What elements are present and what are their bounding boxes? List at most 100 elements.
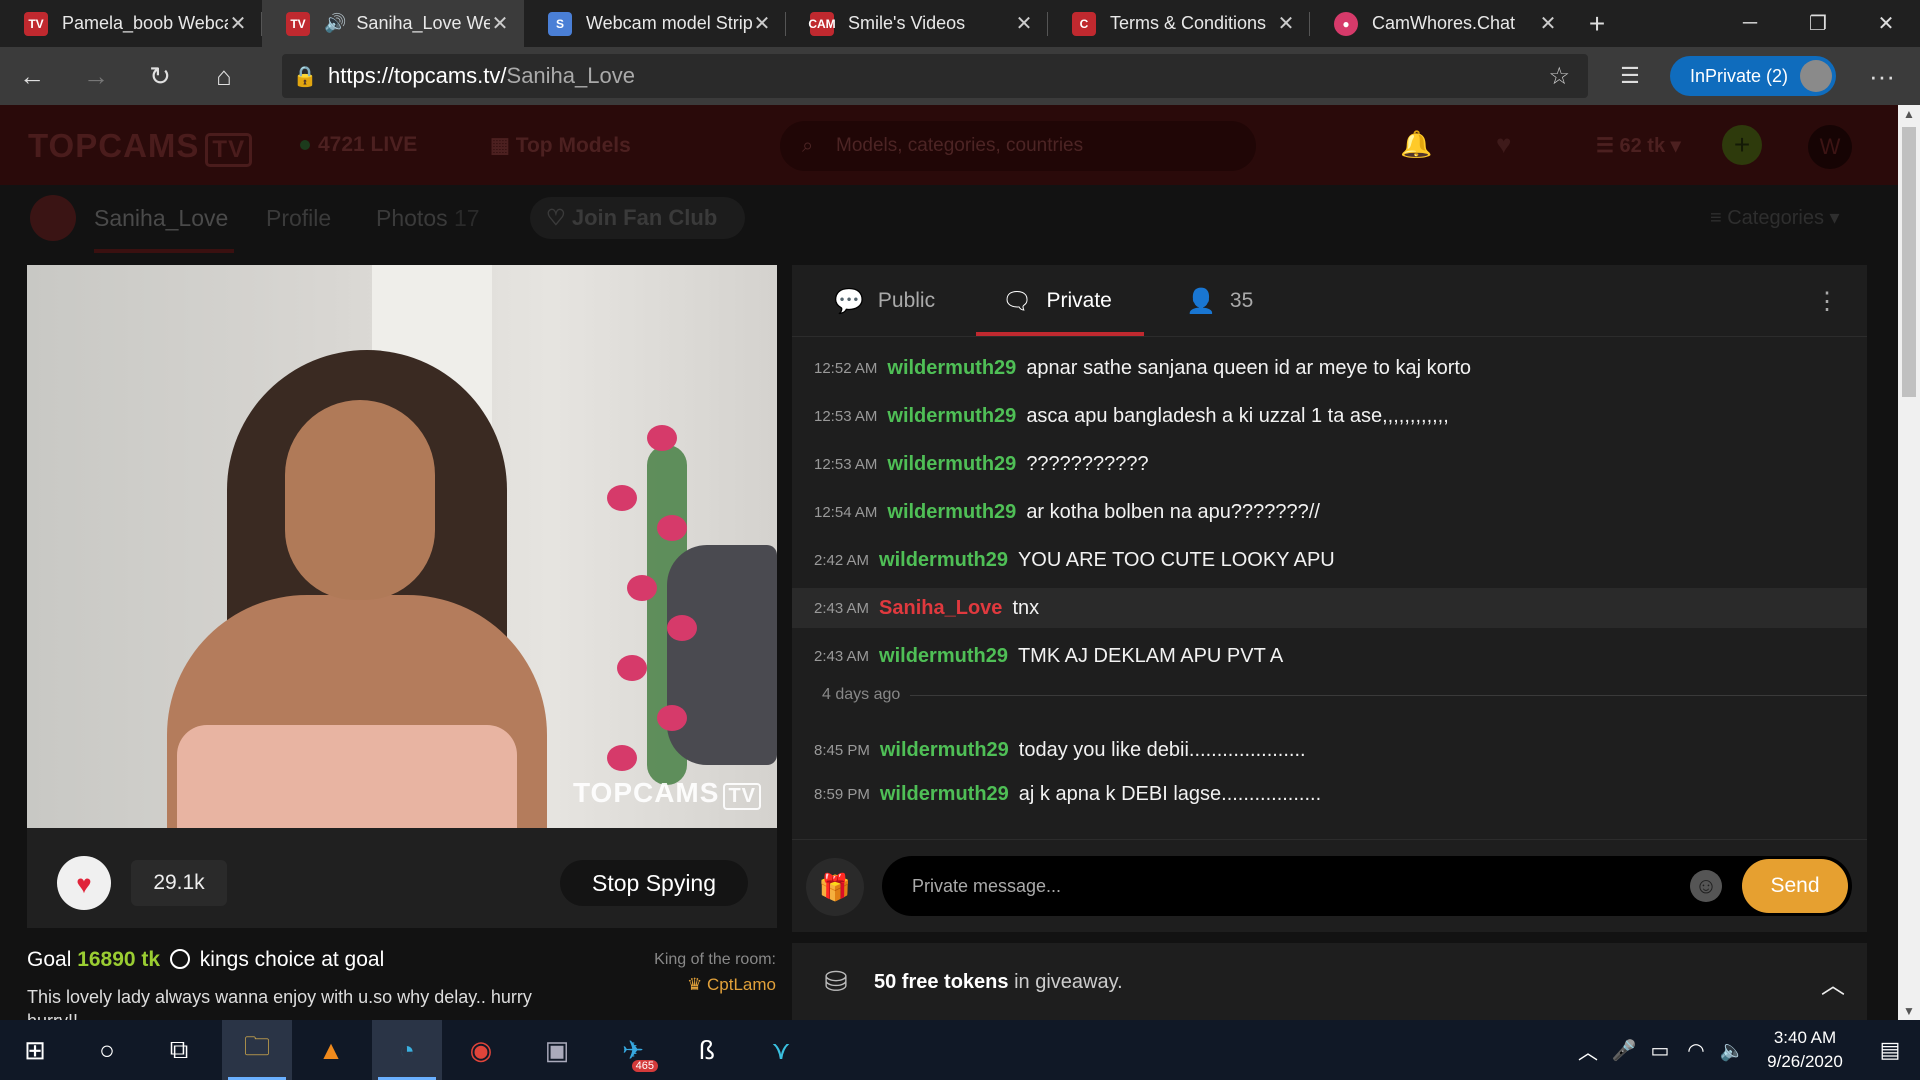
close-icon[interactable]: ✕	[490, 11, 510, 36]
tab-public[interactable]: 💬 Public	[834, 265, 935, 337]
favorites-button[interactable]: ☰	[1608, 47, 1652, 105]
chat-username[interactable]: wildermuth29	[880, 739, 1009, 762]
forward-button[interactable]: →	[64, 47, 128, 105]
speaker-icon[interactable]: 🔊	[324, 13, 346, 34]
notifications-icon[interactable]: ▤	[1860, 1037, 1920, 1063]
heart-icon[interactable]: ♥	[1496, 129, 1511, 160]
join-fan-club-button[interactable]: ♡ Join Fan Club	[530, 197, 745, 239]
refresh-button[interactable]: ↻	[128, 47, 192, 105]
close-icon[interactable]: ✕	[1276, 11, 1296, 36]
browser-tab-2[interactable]: TV 🔊 Saniha_Love We ✕	[262, 0, 524, 47]
tab-viewers[interactable]: 👤 35	[1186, 265, 1253, 337]
categories-dropdown[interactable]: ≡ Categories ▾	[1710, 205, 1840, 230]
battery-icon[interactable]: ▭	[1642, 1038, 1678, 1063]
system-tray: ︿ 🎤 ▭ ◠ 🔈 3:40 AM 9/26/2020 ▤	[1570, 1020, 1920, 1080]
private-message-input[interactable]	[912, 856, 1692, 916]
home-button[interactable]: ⌂	[192, 47, 256, 105]
file-explorer-icon[interactable]: 🗀	[222, 1020, 292, 1080]
telegram-icon[interactable]: ✈ 465	[598, 1020, 668, 1080]
close-icon[interactable]: ✕	[1538, 11, 1558, 36]
app-v-icon[interactable]: ⋎	[746, 1020, 816, 1080]
video-person-face	[285, 400, 435, 600]
new-tab-button[interactable]: +	[1572, 0, 1622, 47]
model-avatar[interactable]	[30, 195, 76, 241]
chevron-up-icon[interactable]: ︿	[1821, 965, 1845, 1000]
chat-username[interactable]: wildermuth29	[879, 645, 1008, 668]
scrollbar-thumb[interactable]	[1902, 127, 1916, 397]
site-search-input[interactable]: ⌕ Models, categories, countries	[780, 121, 1256, 171]
microphone-icon[interactable]: 🎤	[1606, 1038, 1642, 1063]
favorite-star-icon[interactable]: ☆	[1548, 62, 1570, 91]
inprivate-button[interactable]: InPrivate (2)	[1670, 56, 1836, 96]
send-button[interactable]: Send	[1742, 859, 1848, 913]
close-icon[interactable]: ✕	[228, 11, 248, 36]
top-models-link[interactable]: ▦ Top Models	[490, 133, 631, 158]
settings-more-button[interactable]: ···	[1860, 47, 1904, 105]
browser-tab-5[interactable]: C Terms & Conditions ✕	[1048, 0, 1310, 47]
target-icon	[169, 949, 190, 969]
like-button[interactable]: ♥	[57, 856, 111, 910]
gift-icon[interactable]: 🎁	[806, 858, 864, 916]
profile-link[interactable]: Profile	[266, 205, 331, 232]
chat-username[interactable]: wildermuth29	[887, 453, 1016, 476]
chat-username[interactable]: wildermuth29	[887, 357, 1016, 380]
stop-spying-button[interactable]: Stop Spying	[560, 860, 748, 906]
bell-icon[interactable]: 🔔	[1400, 129, 1432, 160]
minimize-button[interactable]: ─	[1716, 0, 1784, 47]
video-person-cloth	[177, 725, 517, 828]
tab-title: Terms & Conditions	[1110, 13, 1267, 33]
chrome-icon[interactable]: ◉	[446, 1020, 516, 1080]
page-scrollbar[interactable]: ▲ ▼	[1898, 105, 1920, 1020]
close-window-button[interactable]: ✕	[1852, 0, 1920, 47]
wifi-icon[interactable]: ◠	[1678, 1038, 1714, 1063]
king-name[interactable]: ♛ CptLamo	[610, 975, 776, 995]
tab-title: Saniha_Love We	[356, 13, 490, 33]
clock[interactable]: 3:40 AM 9/26/2020	[1750, 1026, 1860, 1074]
close-icon[interactable]: ✕	[752, 11, 772, 36]
chat-menu-icon[interactable]: ⋮	[1815, 287, 1839, 316]
app-b-icon[interactable]: ß	[672, 1020, 742, 1080]
chevron-up-icon[interactable]: ︿	[1570, 1036, 1606, 1065]
address-bar[interactable]: 🔒 https://topcams.tv/Saniha_Love ☆	[282, 54, 1588, 98]
vlc-icon[interactable]: ▲	[296, 1020, 366, 1080]
photos-link[interactable]: Photos 17	[376, 205, 480, 232]
diamond-heart-icon: ♡	[546, 205, 572, 230]
live-count[interactable]: 4721 LIVE	[300, 133, 417, 157]
scroll-up-arrow[interactable]: ▲	[1898, 107, 1920, 121]
chat-message: 2:43 AM wildermuth29 TMK AJ DEKLAM APU PVT…	[814, 644, 1284, 668]
video-player[interactable]: TOPCAMS TV	[27, 265, 777, 828]
close-icon[interactable]: ✕	[1014, 11, 1034, 36]
browser-tab-1[interactable]: TV Pamela_boob Webca ✕	[0, 0, 262, 47]
restore-button[interactable]: ❐	[1784, 0, 1852, 47]
volume-icon[interactable]: 🔈	[1714, 1038, 1750, 1063]
chat-username[interactable]: wildermuth29	[887, 405, 1016, 428]
lock-icon[interactable]: 🔒	[282, 64, 328, 89]
edge-icon[interactable]: ◔	[372, 1020, 442, 1080]
browser-tab-6[interactable]: ● CamWhores.Chat ✕	[1310, 0, 1572, 47]
user-avatar[interactable]: W	[1808, 125, 1852, 169]
emoji-icon[interactable]: ☺	[1690, 870, 1722, 902]
model-name[interactable]: Saniha_Love	[94, 205, 228, 232]
chat-username[interactable]: wildermuth29	[880, 783, 1009, 806]
site-logo[interactable]: TOPCAMS TV	[28, 127, 253, 167]
c-icon: C	[1072, 11, 1096, 36]
back-button[interactable]: ←	[0, 47, 64, 105]
chat-username[interactable]: wildermuth29	[887, 501, 1016, 524]
chat-username[interactable]: wildermuth29	[879, 549, 1008, 572]
search-circle-icon[interactable]: ○	[72, 1020, 142, 1080]
windows-start-icon[interactable]: ⊞	[0, 1020, 70, 1080]
chat-username[interactable]: Saniha_Love	[879, 597, 1002, 620]
buy-tokens-button[interactable]: +	[1722, 125, 1762, 165]
browser-tab-3[interactable]: S Webcam model Strip ✕	[524, 0, 786, 47]
token-balance[interactable]: ☰ 62 tk ▾	[1596, 133, 1681, 158]
tab-private[interactable]: 🗨 Private	[1002, 265, 1112, 337]
giveaway-banner[interactable]: ⛁ 50 free tokens in giveaway. ︿	[792, 943, 1867, 1020]
task-view-icon[interactable]: ⧉	[144, 1020, 214, 1080]
chat-message: 12:53 AM wildermuth29???????????	[814, 452, 1149, 476]
scroll-down-arrow[interactable]: ▼	[1898, 1004, 1920, 1018]
private-message-field[interactable]: ☺ Send	[882, 856, 1852, 916]
app-icon[interactable]: ▣	[522, 1020, 592, 1080]
browser-tab-4[interactable]: CAM Smile's Videos ✕	[786, 0, 1048, 47]
tab-title: Webcam model Strip	[586, 13, 752, 33]
model-subheader: Saniha_Love Profile Photos 17 ♡ Join Fan…	[0, 185, 1898, 253]
